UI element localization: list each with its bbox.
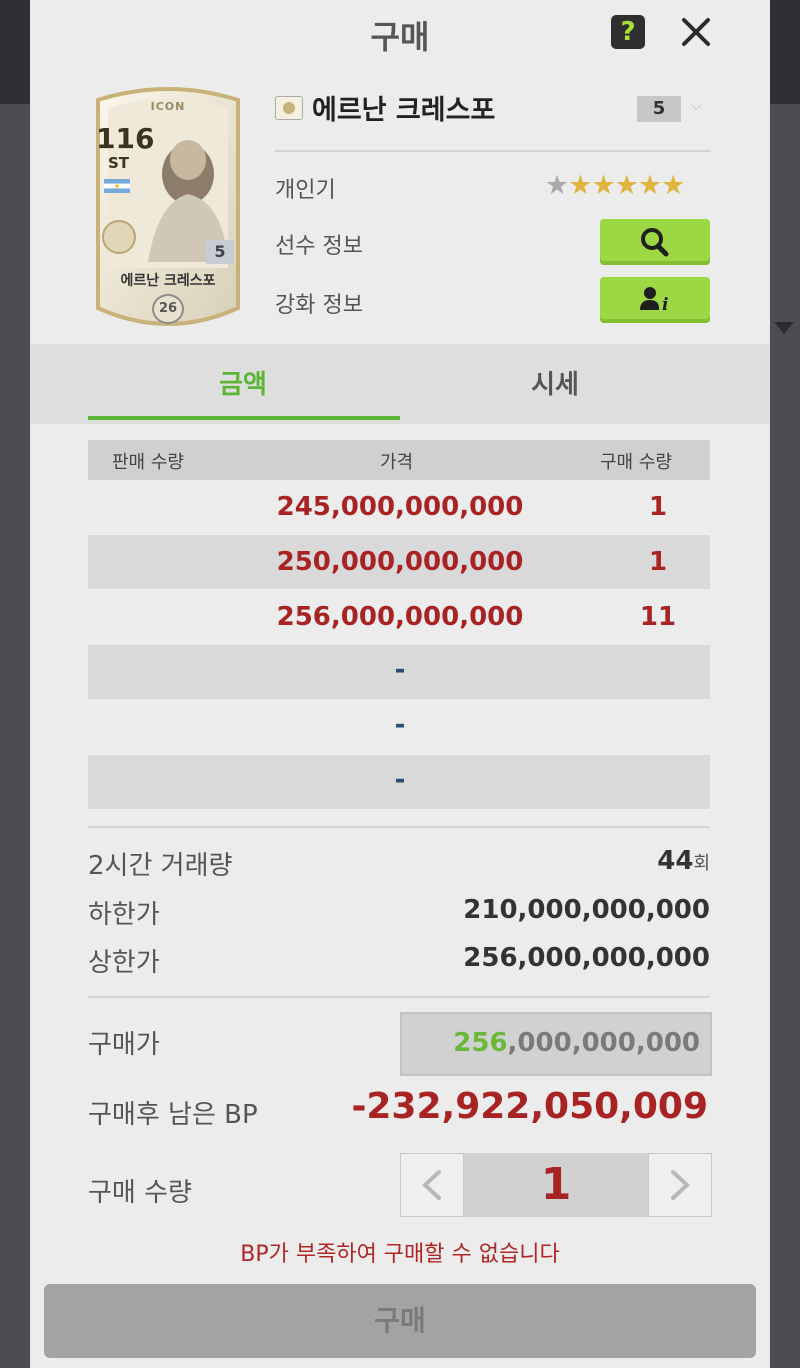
decrease-button[interactable] [400,1153,464,1217]
tab-amount[interactable]: 금액 [88,364,398,401]
table-row[interactable]: 256,000,000,000 11 [88,590,710,644]
table-row: - [88,700,710,754]
volume-label: 2시간 거래량 [88,851,233,881]
player-name: 에르난 크레스포 [312,95,496,126]
max-price-label: 상한가 [88,948,160,978]
row-empty: - [394,710,406,740]
star-filled-icon: ★ [661,170,685,201]
table-row: - [88,755,710,809]
card-overall: 116 [96,122,155,155]
volume-number: 44 [657,846,694,876]
purchase-price-value: 256,000,000,000 [453,1028,700,1058]
svg-text:i: i [662,295,668,315]
purchase-price-field[interactable]: 256,000,000,000 [400,1012,712,1076]
quantity-label: 구매 수량 [88,1178,192,1208]
volume-value: 44회 [657,846,710,876]
table-row[interactable]: 250,000,000,000 1 [88,535,710,589]
row-qty: 1 [648,547,668,577]
icon-emblem-icon [102,220,136,254]
column-price: 가격 [380,452,414,473]
chevron-left-icon [422,1170,441,1200]
chevron-right-icon [671,1170,690,1200]
divider [88,826,710,828]
quantity-stepper: 1 [400,1153,712,1217]
table-row: - [88,645,710,699]
max-price-value: 256,000,000,000 [463,943,710,973]
chevron-down-icon[interactable]: ⌵ [691,98,702,114]
close-icon [682,18,710,46]
row-empty: - [394,765,406,795]
row-empty: - [394,655,406,685]
popularity-label: 개인기 [275,178,336,203]
star-empty-icon: ★ [545,170,569,201]
player-info-label: 선수 정보 [275,234,363,259]
increase-button[interactable] [648,1153,712,1217]
divider [275,150,711,152]
purchase-price-highlight: 256 [453,1028,508,1058]
enhance-info-label: 강화 정보 [275,293,363,318]
tab-bar: 금액 시세 [30,344,770,424]
column-sell-qty: 판매 수량 [112,452,184,473]
player-info-button[interactable] [600,219,710,265]
search-icon [641,228,669,257]
season-badge-icon [275,96,303,120]
insufficient-bp-warning: BP가 부족하여 구매할 수 없습니다 [240,1242,560,1267]
purchase-price-label: 구매가 [88,1030,160,1060]
divider [88,996,710,998]
volume-unit: 회 [693,853,710,874]
row-qty: 1 [648,492,668,522]
active-tab-indicator [88,416,400,420]
background-dropdown-arrow-icon [774,322,794,334]
star-filled-icon: ★ [591,170,615,201]
card-enhance-badge: 5 [206,240,234,264]
purchase-price-rest: ,000,000,000 [507,1028,700,1058]
table-row[interactable]: 245,000,000,000 1 [88,480,710,534]
card-season-mark: 26 [152,294,184,324]
quantity-value: 1 [464,1153,648,1217]
dialog-title: 구매 [370,18,430,56]
min-price-value: 210,000,000,000 [463,895,710,925]
remaining-bp-label: 구매후 남은 BP [88,1100,258,1130]
star-filled-icon: ★ [568,170,592,201]
tab-market-price[interactable]: 시세 [400,364,710,401]
enhance-level-select[interactable]: 5 [637,96,681,122]
close-button[interactable] [676,12,716,52]
star-filled-icon: ★ [637,170,662,201]
popularity-stars: ★★★★★★ [545,170,685,201]
column-buy-qty: 구매 수량 [600,452,672,473]
help-button[interactable]: ? [611,15,645,49]
card-label: ICON [150,100,186,113]
table-header: 판매 수량 가격 구매 수량 [88,440,710,480]
star-filled-icon: ★ [614,170,639,201]
row-qty: 11 [639,602,677,632]
remaining-bp-value: -232,922,050,009 [351,1086,708,1127]
argentina-flag-icon [104,179,130,193]
min-price-label: 하한가 [88,900,160,930]
card-position: ST [108,154,130,172]
player-card: ICON 116 ST 5 에르난 크레스포 26 [88,82,248,332]
card-player-name: 에르난 크레스포 [120,273,216,289]
buy-button[interactable]: 구매 [44,1284,756,1358]
enhance-info-button[interactable]: i [600,277,710,323]
user-info-icon: i [640,287,668,315]
purchase-dialog: 구매 ? ICON 116 ST 5 에르난 크레스포 26 에르난 크레스포 … [30,0,770,1368]
